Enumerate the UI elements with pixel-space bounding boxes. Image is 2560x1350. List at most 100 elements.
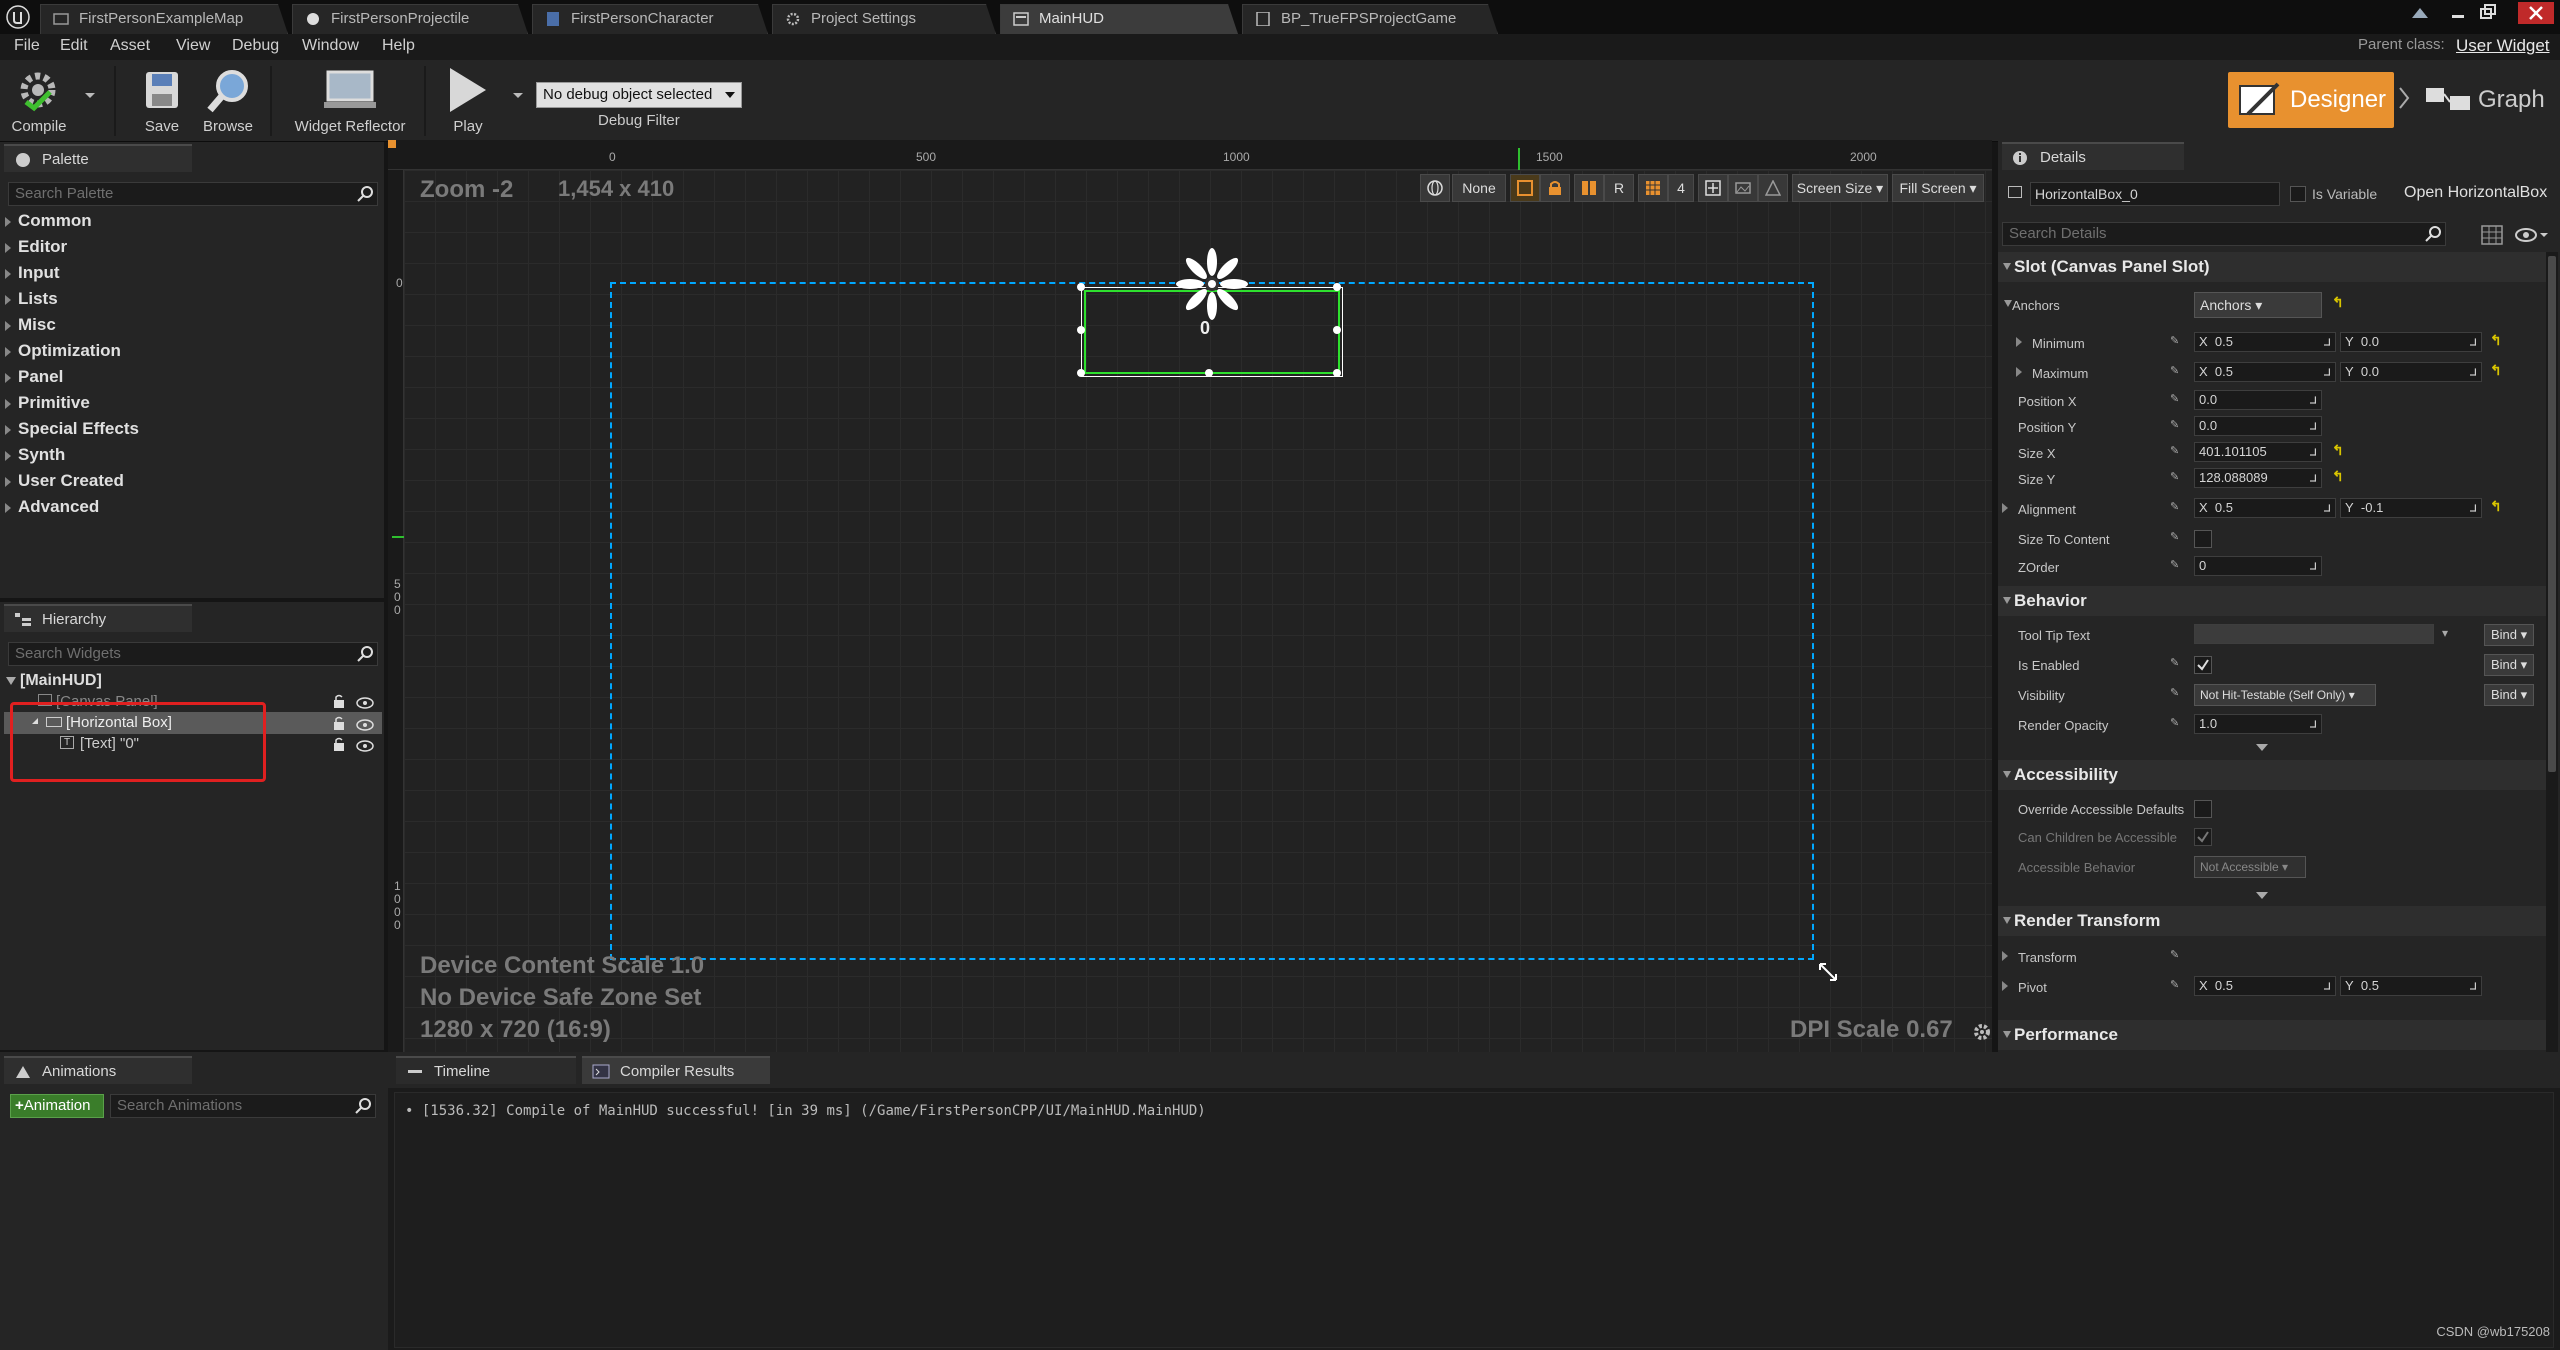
palette-category-primitive[interactable]: Primitive	[0, 390, 380, 416]
accessibility-advanced-expand-icon[interactable]	[2256, 892, 2268, 900]
respect-locks-button[interactable]: R	[1604, 174, 1634, 202]
open-horizontalbox-link[interactable]: Open HorizontalBox	[2404, 184, 2547, 202]
performance-section-header[interactable]: Performance	[1998, 1020, 2546, 1050]
menu-help[interactable]: Help	[382, 37, 415, 55]
add-animation-button[interactable]: +Animation	[10, 1094, 104, 1118]
palette-category-editor[interactable]: Editor	[0, 234, 380, 260]
pivot-x-input[interactable]: X 0.5	[2194, 976, 2336, 996]
maximum-x-input[interactable]: X 0.5	[2194, 362, 2336, 382]
hierarchy-tab[interactable]: Hierarchy	[4, 604, 192, 632]
debug-object-dropdown[interactable]: No debug object selected	[536, 82, 742, 108]
designer-mode-button[interactable]: Designer	[2228, 72, 2394, 128]
reset-size-y-icon[interactable]: ↰	[2332, 468, 2344, 485]
property-binding-icon[interactable]: ✎	[2170, 558, 2180, 571]
hierarchy-root-item[interactable]: [MainHUD]	[4, 670, 382, 692]
background-toggle-button[interactable]	[1728, 174, 1758, 202]
tab-project-settings[interactable]: Project Settings	[772, 4, 996, 34]
property-binding-icon[interactable]: ✎	[2170, 978, 2180, 991]
screen-size-dropdown[interactable]: Screen Size ▾	[1792, 174, 1888, 202]
layout-toggle-button[interactable]	[1574, 174, 1604, 202]
palette-category-user-created[interactable]: User Created	[0, 468, 380, 494]
tab-firstpersoncharacter[interactable]: FirstPersonCharacter	[532, 4, 768, 34]
palette-search-input[interactable]: Search Palette	[8, 182, 378, 206]
tooltip-input[interactable]	[2194, 624, 2434, 644]
palette-category-optimization[interactable]: Optimization	[0, 338, 380, 364]
property-binding-icon[interactable]: ✎	[2170, 530, 2180, 543]
hierarchy-search-input[interactable]: Search Widgets	[8, 642, 378, 666]
play-options-chevron-icon[interactable]	[512, 92, 524, 100]
widget-reflector-button[interactable]: Widget Reflector	[286, 64, 414, 142]
menu-asset[interactable]: Asset	[110, 37, 150, 55]
menu-view[interactable]: View	[176, 37, 210, 55]
visibility-filter-eye-icon[interactable]	[2514, 226, 2550, 244]
accessibility-section-header[interactable]: Accessibility	[1998, 760, 2546, 790]
details-scrollbar-thumb[interactable]	[2548, 256, 2556, 772]
is-variable-checkbox[interactable]	[2290, 186, 2306, 202]
reset-size-x-icon[interactable]: ↰	[2332, 442, 2344, 459]
graph-mode-button[interactable]: Graph	[2420, 72, 2560, 128]
property-binding-icon[interactable]: ✎	[2170, 418, 2180, 431]
property-binding-icon[interactable]: ✎	[2170, 334, 2180, 347]
outline-toggle-button[interactable]	[1510, 174, 1540, 202]
property-binding-icon[interactable]: ✎	[2170, 716, 2180, 729]
property-binding-icon[interactable]: ✎	[2170, 686, 2180, 699]
reset-minimum-icon[interactable]: ↰	[2490, 332, 2502, 349]
reset-anchors-icon[interactable]: ↰	[2332, 294, 2344, 311]
palette-category-advanced[interactable]: Advanced	[0, 494, 380, 520]
palette-category-input[interactable]: Input	[0, 260, 380, 286]
property-binding-icon[interactable]: ✎	[2170, 364, 2180, 377]
details-scrollbar[interactable]	[2546, 252, 2558, 1052]
property-matrix-icon[interactable]	[2480, 224, 2504, 246]
minimum-x-input[interactable]: X 0.5	[2194, 332, 2336, 352]
parent-class-link[interactable]: User Widget	[2456, 36, 2550, 56]
tooltip-options-chevron-icon[interactable]: ▾	[2442, 626, 2448, 640]
window-restore-button[interactable]	[2478, 4, 2498, 20]
property-binding-icon[interactable]: ✎	[2170, 500, 2180, 513]
is-enabled-bind-button[interactable]: Bind ▾	[2484, 654, 2534, 676]
maximum-y-input[interactable]: Y 0.0	[2340, 362, 2482, 382]
anchor-medallion-icon[interactable]	[1172, 244, 1252, 324]
is-enabled-checkbox[interactable]	[2194, 656, 2212, 674]
palette-category-lists[interactable]: Lists	[0, 286, 380, 312]
menu-edit[interactable]: Edit	[60, 37, 88, 55]
save-button[interactable]: Save	[130, 64, 194, 142]
slot-section-header[interactable]: Slot (Canvas Panel Slot)	[1998, 252, 2546, 282]
source-control-icon[interactable]	[2410, 6, 2430, 22]
property-binding-icon[interactable]: ✎	[2170, 948, 2180, 961]
grid-size-dropdown[interactable]: 4	[1668, 174, 1694, 202]
details-tab[interactable]: Details	[2002, 142, 2184, 170]
tab-mainhud[interactable]: MainHUD	[1000, 4, 1238, 34]
compile-options-chevron-icon[interactable]	[84, 92, 96, 100]
pivot-y-input[interactable]: Y 0.5	[2340, 976, 2482, 996]
property-binding-icon[interactable]: ✎	[2170, 392, 2180, 405]
details-search-input[interactable]: Search Details	[2002, 222, 2446, 246]
palette-category-common[interactable]: Common	[0, 208, 380, 234]
palette-category-synth[interactable]: Synth	[0, 442, 380, 468]
fill-screen-dropdown[interactable]: Fill Screen ▾	[1892, 174, 1984, 202]
reset-alignment-icon[interactable]: ↰	[2490, 498, 2502, 515]
animations-search-input[interactable]: Search Animations	[110, 1094, 376, 1118]
size-y-input[interactable]: 128.088089	[2194, 468, 2322, 488]
tab-firstpersonprojectile[interactable]: FirstPersonProjectile	[292, 4, 528, 34]
palette-tab[interactable]: Palette	[4, 144, 192, 172]
zorder-input[interactable]: 0	[2194, 556, 2322, 576]
anchors-dropdown[interactable]: Anchors ▾	[2194, 292, 2322, 318]
preview-mode-button[interactable]	[1758, 174, 1788, 202]
animations-tab[interactable]: Animations	[4, 1056, 192, 1084]
palette-category-panel[interactable]: Panel	[0, 364, 380, 390]
position-y-input[interactable]: 0.0	[2194, 416, 2322, 436]
timeline-tab[interactable]: Timeline	[396, 1056, 576, 1084]
visibility-bind-button[interactable]: Bind ▾	[2484, 684, 2534, 706]
position-x-input[interactable]: 0.0	[2194, 390, 2322, 410]
override-accessible-checkbox[interactable]	[2194, 800, 2212, 818]
tab-firstpersonexamplemap[interactable]: FirstPersonExampleMap	[40, 4, 288, 34]
menu-file[interactable]: File	[14, 37, 40, 55]
size-x-input[interactable]: 401.101105	[2194, 442, 2322, 462]
minimum-y-input[interactable]: Y 0.0	[2340, 332, 2482, 352]
palette-category-special-effects[interactable]: Special Effects	[0, 416, 380, 442]
menu-debug[interactable]: Debug	[232, 37, 279, 55]
screen-resize-handle-icon[interactable]	[1818, 962, 1838, 982]
render-transform-section-header[interactable]: Render Transform	[1998, 906, 2546, 936]
behavior-section-header[interactable]: Behavior	[1998, 586, 2546, 616]
dpi-settings-gear-icon[interactable]	[1972, 1022, 1992, 1042]
